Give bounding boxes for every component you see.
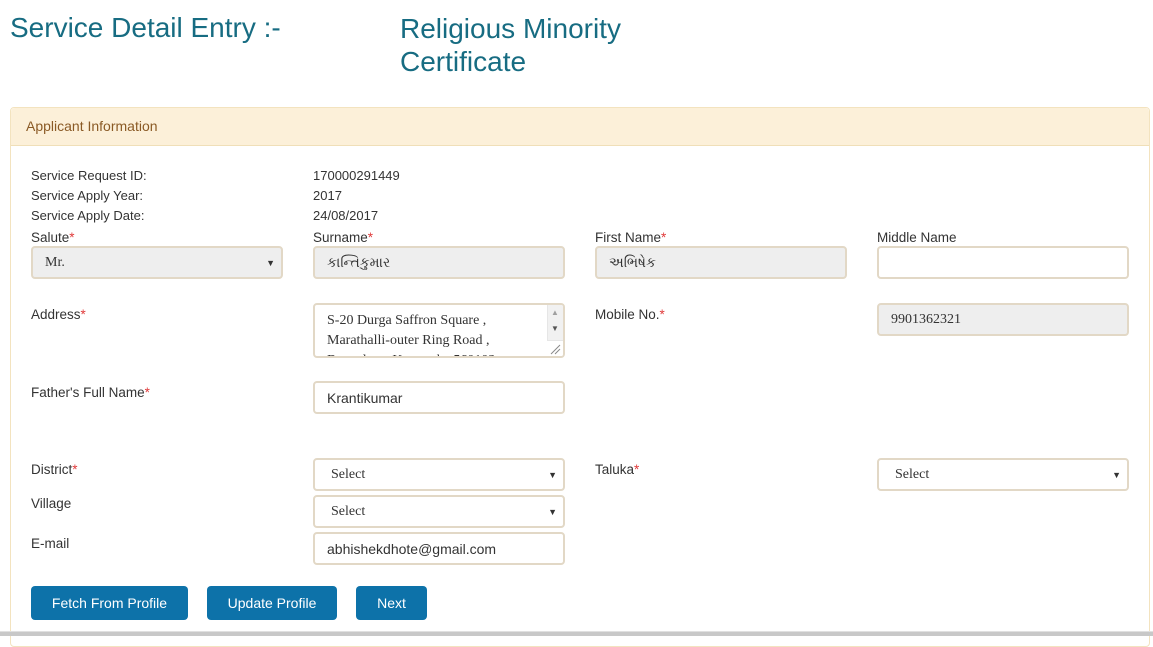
- scroll-down-icon[interactable]: ▼: [551, 324, 559, 333]
- applicant-information-panel: Applicant Information Service Request ID…: [10, 107, 1150, 647]
- middle-name-input[interactable]: [877, 246, 1129, 279]
- scroll-up-icon[interactable]: ▲: [551, 308, 559, 317]
- chevron-down-icon: ▼: [1112, 469, 1121, 480]
- address-scrollbar[interactable]: ▲ ▼: [547, 305, 563, 356]
- salute-value: Mr.: [45, 254, 65, 270]
- village-label: Village: [31, 496, 72, 511]
- service-apply-year-label: Service Apply Year:: [31, 188, 144, 203]
- mobile-label: Mobile No.*: [595, 307, 665, 322]
- service-request-id-label: Service Request ID:: [31, 168, 147, 183]
- email-value: abhishekdhote@gmail.com: [327, 540, 497, 557]
- email-label: E-mail: [31, 536, 70, 551]
- first-name-input[interactable]: અભિષેક: [595, 246, 847, 279]
- surname-value: કાન્તિકુમાર: [327, 254, 391, 270]
- email-input[interactable]: abhishekdhote@gmail.com: [313, 532, 565, 565]
- surname-input[interactable]: કાન્તિકુમાર: [313, 246, 565, 279]
- chevron-down-icon: ▼: [548, 506, 557, 517]
- surname-label: Surname*: [313, 230, 374, 245]
- district-value: Select: [331, 466, 366, 482]
- address-textarea[interactable]: S-20 Durga Saffron Square , Marathalli-o…: [313, 303, 565, 358]
- salute-label: Salute*: [31, 230, 75, 245]
- page-title: Service Detail Entry :-: [10, 12, 281, 43]
- village-value: Select: [331, 503, 366, 519]
- chevron-down-icon: ▼: [548, 469, 557, 480]
- service-apply-date-value: 24/08/2017: [313, 208, 379, 223]
- service-apply-year-value: 2017: [313, 188, 342, 203]
- fetch-from-profile-button[interactable]: Fetch From Profile: [31, 586, 188, 620]
- salute-select[interactable]: Mr. ▼: [31, 246, 283, 279]
- father-name-value: Krantikumar: [327, 389, 403, 406]
- service-apply-date-label: Service Apply Date:: [31, 208, 145, 223]
- taluka-value: Select: [895, 466, 930, 482]
- next-button[interactable]: Next: [356, 586, 427, 620]
- middle-name-label: Middle Name: [877, 230, 957, 245]
- service-name: Religious Minority Certificate: [400, 13, 621, 77]
- father-name-label: Father's Full Name*: [31, 385, 150, 400]
- district-label: District*: [31, 462, 78, 477]
- address-label: Address*: [31, 307, 86, 322]
- resize-grip-icon[interactable]: [547, 340, 563, 356]
- mobile-input[interactable]: 9901362321: [877, 303, 1129, 336]
- father-name-input[interactable]: Krantikumar: [313, 381, 565, 414]
- district-select[interactable]: Select ▼: [313, 458, 565, 491]
- taluka-label: Taluka*: [595, 462, 640, 477]
- chevron-down-icon: ▼: [266, 257, 275, 268]
- update-profile-button[interactable]: Update Profile: [207, 586, 337, 620]
- taluka-select[interactable]: Select ▼: [877, 458, 1129, 491]
- mobile-value: 9901362321: [891, 311, 961, 327]
- page-header: Service Detail Entry :- Religious Minori…: [10, 10, 710, 90]
- horizontal-scrollbar[interactable]: [0, 631, 1153, 636]
- first-name-value: અભિષેક: [609, 254, 656, 270]
- first-name-label: First Name*: [595, 230, 667, 245]
- village-select[interactable]: Select ▼: [313, 495, 565, 528]
- address-value: S-20 Durga Saffron Square , Marathalli-o…: [327, 313, 495, 356]
- panel-heading: Applicant Information: [11, 108, 1149, 146]
- service-request-id-value: 170000291449: [313, 168, 400, 183]
